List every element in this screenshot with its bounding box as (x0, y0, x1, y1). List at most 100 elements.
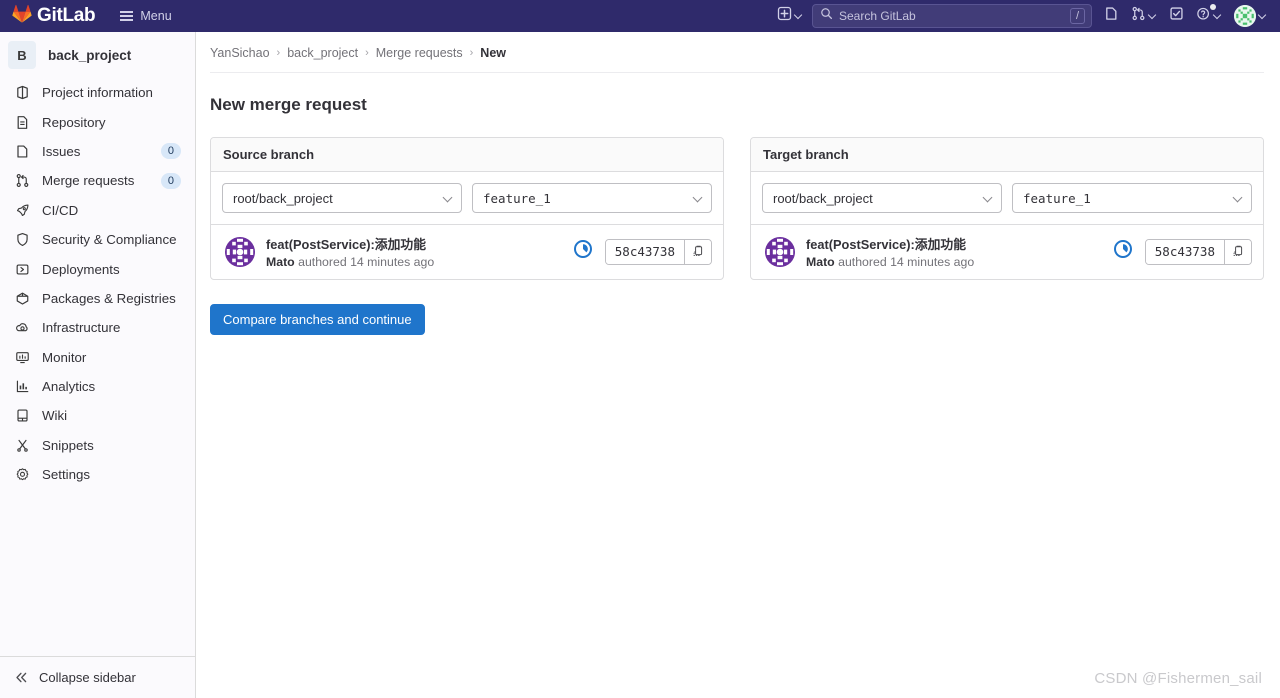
package-icon (14, 290, 30, 306)
sidebar-item-merge-requests[interactable]: Merge requests 0 (0, 166, 195, 195)
copy-to-clipboard-icon[interactable] (1224, 239, 1251, 264)
help-circle-icon (1196, 6, 1211, 26)
breadcrumb-separator: › (365, 47, 369, 59)
source-commit-meta: feat(PostService):添加功能 Mato authored 14 … (266, 234, 434, 269)
target-commit-row: feat(PostService):添加功能 Mato authored 14 … (751, 225, 1263, 279)
wiki-icon (14, 408, 30, 424)
user-menu-button[interactable] (1229, 1, 1272, 31)
snippets-icon (14, 437, 30, 453)
branch-compare-row: Source branch root/back_project feature_… (196, 115, 1280, 280)
project-avatar: B (8, 41, 36, 69)
collapse-sidebar-button[interactable]: Collapse sidebar (0, 656, 195, 698)
copy-to-clipboard-icon[interactable] (684, 239, 711, 264)
target-branch-value: feature_1 (1023, 190, 1091, 206)
breadcrumb-item-group[interactable]: YanSichao (210, 46, 270, 60)
navbar-merge-requests-button[interactable] (1126, 2, 1162, 30)
page-title: New merge request (210, 95, 367, 114)
breadcrumb-item-merge-requests[interactable]: Merge requests (376, 46, 463, 60)
repository-icon (14, 114, 30, 130)
todo-check-icon (1169, 6, 1184, 26)
navbar-right-group: Search GitLab / (772, 1, 1272, 31)
issues-icon (14, 143, 30, 159)
help-notification-badge (1210, 4, 1216, 10)
sidebar-item-project-information[interactable]: Project information (0, 78, 195, 107)
sidebar-item-label: Deployments (42, 261, 120, 277)
new-dropdown-button[interactable] (772, 2, 808, 30)
sidebar-project-header[interactable]: B back_project (0, 32, 195, 78)
sidebar-item-label: Security & Compliance (42, 232, 177, 248)
sidebar-item-label: Merge requests (42, 173, 135, 189)
target-project-value: root/back_project (773, 190, 873, 206)
pipeline-status-pending-icon[interactable] (1113, 239, 1133, 264)
compare-branches-button[interactable]: Compare branches and continue (210, 304, 425, 335)
navbar-todos-button[interactable] (1164, 2, 1189, 30)
breadcrumb: YanSichao › back_project › Merge request… (210, 32, 1264, 73)
source-project-select[interactable]: root/back_project (222, 183, 462, 213)
sidebar-item-issues[interactable]: Issues 0 (0, 137, 195, 166)
chevron-down-icon (1149, 12, 1157, 20)
project-sidebar: B back_project Project information Repos… (0, 32, 196, 698)
monitor-icon (14, 349, 30, 365)
sidebar-item-analytics[interactable]: Analytics (0, 372, 195, 401)
target-commit-title[interactable]: feat(PostService):添加功能 (806, 234, 974, 253)
source-branch-heading: Source branch (211, 138, 723, 172)
pipeline-status-pending-icon[interactable] (573, 239, 593, 264)
collapse-sidebar-label: Collapse sidebar (39, 670, 136, 685)
main-content: YanSichao › back_project › Merge request… (196, 32, 1280, 698)
gitlab-wordmark: GitLab (37, 5, 96, 26)
sidebar-item-snippets[interactable]: Snippets (0, 431, 195, 460)
source-branch-value: feature_1 (483, 190, 551, 206)
status-badge: 0 (160, 143, 181, 160)
search-placeholder: Search GitLab (839, 9, 916, 23)
target-commit-author: Mato (806, 255, 835, 269)
sidebar-item-deployments[interactable]: Deployments (0, 254, 195, 283)
gitlab-fox-icon (12, 4, 32, 28)
source-commit-authored-text: authored 14 minutes ago (298, 255, 435, 269)
target-commit-actions: 58c43738 (1113, 238, 1252, 265)
navbar-issues-button[interactable] (1099, 2, 1124, 30)
sidebar-item-label: Project information (42, 85, 153, 101)
watermark: CSDN @Fishermen_sail (1094, 670, 1262, 687)
search-input[interactable]: Search GitLab / (812, 4, 1092, 28)
sidebar-item-infrastructure[interactable]: Infrastructure (0, 313, 195, 342)
breadcrumb-separator: › (276, 47, 281, 59)
sidebar-item-repository[interactable]: Repository (0, 107, 195, 136)
target-branch-select[interactable]: feature_1 (1012, 183, 1252, 213)
chevron-down-icon (443, 193, 453, 203)
gitlab-logo-link[interactable]: GitLab (12, 4, 96, 28)
breadcrumb-item-project[interactable]: back_project (287, 46, 358, 60)
chevron-double-left-icon (14, 670, 29, 685)
source-commit-sha: 58c43738 (605, 239, 684, 264)
source-branch-select[interactable]: feature_1 (472, 183, 712, 213)
sidebar-item-packages-registries[interactable]: Packages & Registries (0, 284, 195, 313)
sidebar-item-settings[interactable]: Settings (0, 460, 195, 489)
sidebar-item-label: CI/CD (42, 202, 79, 218)
search-shortcut-key: / (1069, 8, 1085, 24)
sidebar-item-label: Settings (42, 467, 91, 483)
sidebar-item-monitor[interactable]: Monitor (0, 343, 195, 372)
source-commit-row: feat(PostService):添加功能 Mato authored 14 … (211, 225, 723, 279)
chevron-down-icon (693, 193, 703, 203)
sidebar-item-label: Issues (42, 143, 81, 159)
sidebar-item-label: Wiki (42, 408, 68, 424)
plus-square-icon (777, 6, 792, 26)
target-project-select[interactable]: root/back_project (762, 183, 1002, 213)
source-branch-selectors: root/back_project feature_1 (211, 172, 723, 225)
main-menu-button[interactable]: Menu (115, 6, 176, 26)
sidebar-item-wiki[interactable]: Wiki (0, 401, 195, 430)
target-branch-selectors: root/back_project feature_1 (751, 172, 1263, 225)
source-branch-panel: Source branch root/back_project feature_… (210, 137, 724, 280)
source-commit-title[interactable]: feat(PostService):添加功能 (266, 234, 434, 253)
source-commit-actions: 58c43738 (573, 238, 712, 265)
analytics-icon (14, 379, 30, 395)
sidebar-item-security-compliance[interactable]: Security & Compliance (0, 225, 195, 254)
sidebar-item-ci-cd[interactable]: CI/CD (0, 196, 195, 225)
infrastructure-icon (14, 320, 30, 336)
hamburger-icon (120, 11, 134, 21)
avatar (225, 236, 255, 267)
sidebar-item-label: Analytics (42, 379, 96, 395)
navbar-help-button[interactable] (1191, 2, 1227, 30)
gear-icon (14, 467, 30, 483)
source-commit-sha-group: 58c43738 (604, 238, 712, 265)
sidebar-item-label: Repository (42, 114, 106, 130)
